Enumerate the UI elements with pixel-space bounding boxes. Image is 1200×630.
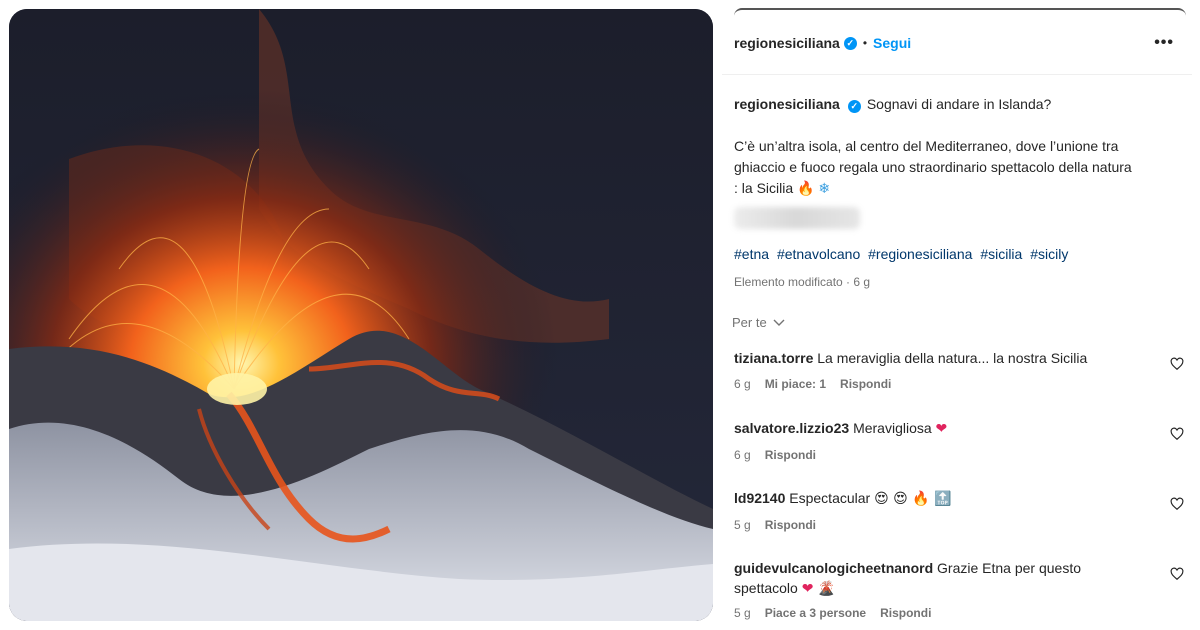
comment-username[interactable]: guidevulcanologicheetnanord <box>734 560 933 576</box>
red-heart-emoji-icon: ❤ <box>935 421 948 437</box>
hashtag-etnavolcano[interactable]: #etnavolcano <box>777 246 860 262</box>
comment-likes[interactable]: Mi piace: 1 <box>765 374 826 394</box>
blurred-mention <box>734 207 860 229</box>
comment-body: guidevulcanologicheetnanord Grazie Etna … <box>734 558 1174 599</box>
reply-button[interactable]: Rispondi <box>840 374 891 394</box>
caption-text-4: : la Sicilia <box>734 180 794 196</box>
post-photo[interactable] <box>9 9 713 621</box>
heart-icon[interactable] <box>1170 567 1184 581</box>
heart-volcano-emoji-icon: ❤ 🌋 <box>801 581 836 597</box>
comment-meta: 6 g Rispondi <box>734 445 1174 465</box>
post-header: regionesiciliana ✓ • Segui ••• <box>722 22 1192 64</box>
heart-eyes-fire-top-emoji-icon: 😍 😍 🔥 🔝 <box>874 491 952 507</box>
heart-icon[interactable] <box>1170 357 1184 371</box>
comment-body: ld92140 Espectacular 😍 😍 🔥 🔝 <box>734 488 1174 509</box>
caption-first-line: regionesiciliana ✓ Sognavi di andare in Is… <box>734 94 1174 115</box>
comment-time: 5 g <box>734 606 751 620</box>
header-username[interactable]: regionesiciliana <box>734 35 840 51</box>
post-caption: regionesiciliana ✓ Sognavi di andare in Is… <box>734 94 1174 200</box>
volcano-eruption-image <box>9 9 713 621</box>
hashtag-sicilia[interactable]: #sicilia <box>980 246 1022 262</box>
comment-sort-label: Per te <box>732 315 767 330</box>
window-edge <box>734 8 1186 18</box>
hashtag-etna[interactable]: #etna <box>734 246 769 262</box>
comment-username[interactable]: tiziana.torre <box>734 350 813 366</box>
comment-body: salvatore.lizzio23 Meravigliosa ❤ <box>734 418 1174 439</box>
comment-body: tiziana.torre La meraviglia della natura… <box>734 348 1174 368</box>
caption-last-line: : la Sicilia 🔥 ❄ <box>734 178 1174 200</box>
comment-likes[interactable]: Piace a 3 persone <box>765 603 866 623</box>
comment-text: Grazie Etna per questo <box>937 560 1082 576</box>
comment-meta: 6 g Mi piace: 1 Rispondi <box>734 374 1174 394</box>
comment-text: Meravigliosa <box>853 420 932 436</box>
fire-emoji-icon: 🔥 <box>797 181 815 197</box>
caption-text-2: C’è un’altra isola, al centro del Medite… <box>734 138 1119 154</box>
heart-icon[interactable] <box>1170 497 1184 511</box>
comment-time: 5 g <box>734 518 751 532</box>
verified-badge-icon: ✓ <box>843 36 857 50</box>
reply-button[interactable]: Rispondi <box>765 445 816 465</box>
comment-sort-dropdown[interactable]: Per te <box>732 315 785 330</box>
more-options-icon[interactable]: ••• <box>1154 34 1174 52</box>
header-divider <box>722 74 1192 75</box>
comment-item: salvatore.lizzio23 Meravigliosa ❤ 6 g Ri… <box>734 418 1174 465</box>
comment-meta: 5 g Rispondi <box>734 515 1174 535</box>
chevron-down-icon <box>773 319 785 326</box>
hashtag-sicily[interactable]: #sicily <box>1030 246 1068 262</box>
hashtag-list: #etna #etnavolcano #regionesiciliana #si… <box>734 246 1072 262</box>
comment-username[interactable]: ld92140 <box>734 490 785 506</box>
comment-item: guidevulcanologicheetnanord Grazie Etna … <box>734 558 1174 623</box>
edited-timestamp: Elemento modificato · 6 g <box>734 275 871 289</box>
caption-verified-badge-icon: ✓ <box>847 100 861 113</box>
comment-time: 6 g <box>734 377 751 391</box>
comment-meta: 5 g Piace a 3 persone Rispondi <box>734 603 1174 623</box>
caption-text-3: ghiaccio e fuoco regala uno straordinari… <box>734 159 1132 175</box>
snowflake-emoji-icon: ❄ <box>818 181 831 197</box>
post-details-panel: regionesiciliana ✓ • Segui ••• regionesi… <box>722 0 1200 630</box>
comment-text: Espectacular <box>789 490 871 506</box>
hashtag-regionesiciliana[interactable]: #regionesiciliana <box>868 246 972 262</box>
comment-time: 6 g <box>734 448 751 462</box>
caption-text-1: Sognavi di andare in Islanda? <box>866 96 1052 112</box>
comment-text: La meraviglia della natura... la nostra … <box>817 350 1088 366</box>
reply-button[interactable]: Rispondi <box>765 515 816 535</box>
header-separator: • <box>862 36 868 50</box>
heart-icon[interactable] <box>1170 427 1184 441</box>
caption-username[interactable]: regionesiciliana <box>734 96 840 112</box>
comment-item: ld92140 Espectacular 😍 😍 🔥 🔝 5 g Rispond… <box>734 488 1174 535</box>
reply-button[interactable]: Rispondi <box>880 603 931 623</box>
comment-username[interactable]: salvatore.lizzio23 <box>734 420 849 436</box>
comment-item: tiziana.torre La meraviglia della natura… <box>734 348 1174 394</box>
comment-text-continued: spettacolo <box>734 580 798 596</box>
follow-button[interactable]: Segui <box>873 35 911 51</box>
